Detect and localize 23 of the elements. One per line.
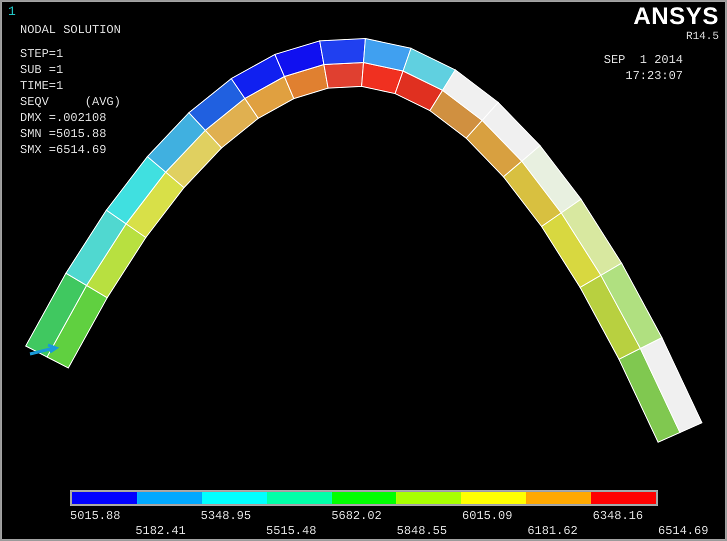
window-number: 1 (8, 5, 16, 18)
result-info-line: DMX =.002108 (20, 110, 106, 126)
result-info-line: SMN =5015.88 (20, 126, 106, 142)
version-label: R14.5 (686, 30, 719, 44)
brand-logo: ANSYS (633, 4, 719, 30)
scale-value-label: 6181.62 (527, 524, 578, 538)
scale-value-label: 5182.41 (135, 524, 186, 538)
result-info-line: STEP=1 (20, 46, 64, 62)
scale-value-label: 6514.69 (658, 524, 708, 538)
result-info-line: SMX =6514.69 (20, 142, 106, 158)
scale-value-label: 6348.16 (592, 509, 644, 523)
date-label: SEP 1 2014 (604, 52, 683, 68)
scale-value-label: 5848.55 (396, 524, 448, 538)
scale-value-label: 5348.95 (200, 509, 252, 523)
scale-value-label: 6015.09 (462, 509, 512, 523)
plot-title: NODAL SOLUTION (20, 22, 121, 38)
scale-value-label: 5015.88 (70, 509, 120, 523)
time-label: 17:23:07 (625, 68, 683, 84)
result-info-line: TIME=1 (20, 78, 64, 94)
scale-value-label: 5515.48 (266, 524, 316, 538)
scale-value-label: 5682.02 (331, 509, 382, 523)
result-info-line: SEQV (AVG) (20, 94, 121, 110)
result-info-line: SUB =1 (20, 62, 64, 78)
